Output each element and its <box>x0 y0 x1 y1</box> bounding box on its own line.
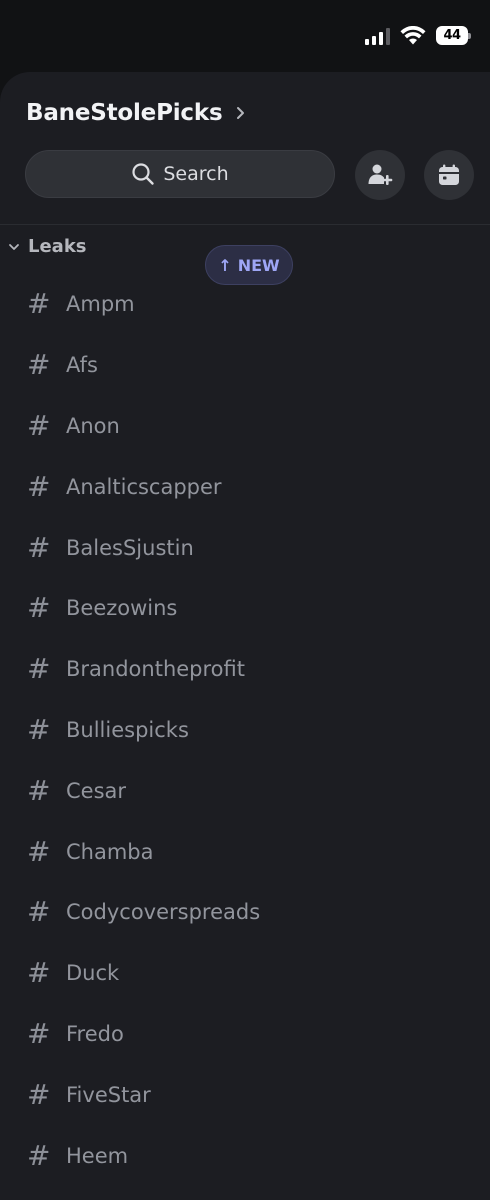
header-divider <box>0 224 490 225</box>
wifi-icon <box>400 26 426 45</box>
channel-item[interactable]: # Heem <box>0 1125 490 1186</box>
calendar-icon <box>439 164 459 185</box>
hashtag-icon: # <box>27 712 51 746</box>
hashtag-icon: # <box>27 773 51 807</box>
new-label: NEW <box>237 255 280 275</box>
channel-item[interactable]: # Fredo <box>0 1004 490 1065</box>
channel-name: FiveStar <box>66 1082 151 1107</box>
channel-item[interactable]: # Duck <box>0 943 490 1004</box>
channel-name: Analticscapper <box>66 474 222 499</box>
category-leaks[interactable]: Leaks <box>8 236 87 257</box>
channel-name: Chamba <box>66 839 154 864</box>
chevron-down-icon <box>9 243 19 250</box>
hashtag-icon: # <box>27 1077 51 1111</box>
channel-item[interactable]: # Brandontheprofit <box>0 639 490 700</box>
hashtag-icon: # <box>27 469 51 503</box>
hashtag-icon: # <box>27 348 51 382</box>
events-button[interactable] <box>424 150 474 200</box>
hashtag-icon: # <box>27 834 51 868</box>
hashtag-icon: # <box>27 287 51 321</box>
battery-level: 44 <box>443 28 461 43</box>
channel-name: Fredo <box>66 1021 124 1046</box>
channel-name: Ampm <box>66 292 135 317</box>
channel-item[interactable]: # Anon <box>0 396 490 457</box>
hashtag-icon: # <box>27 530 51 564</box>
channel-item[interactable]: # Analticscapper <box>0 456 490 517</box>
search-button[interactable]: Search <box>25 150 335 198</box>
hashtag-icon: # <box>27 895 51 929</box>
channel-name: Afs <box>66 353 98 378</box>
hashtag-icon: # <box>27 652 51 686</box>
hashtag-icon: # <box>27 956 51 990</box>
cellular-signal-icon <box>365 27 390 45</box>
channel-item[interactable]: # BalesSjustin <box>0 517 490 578</box>
channel-name: Beezowins <box>66 596 178 621</box>
channel-item[interactable]: # Chamba <box>0 821 490 882</box>
channel-name: Anon <box>66 413 120 438</box>
hashtag-icon: # <box>27 591 51 625</box>
channel-name: Duck <box>66 961 120 986</box>
search-label: Search <box>163 163 229 185</box>
channel-item[interactable]: # Bulliespicks <box>0 700 490 761</box>
channel-name: Codycoverspreads <box>66 900 261 925</box>
search-icon <box>132 163 155 185</box>
server-name: BaneStolePicks <box>26 100 223 126</box>
chevron-right-icon <box>237 107 245 119</box>
status-bar: 44 <box>0 0 490 72</box>
server-header[interactable]: BaneStolePicks <box>26 100 246 126</box>
channel-item[interactable]: # Codycoverspreads <box>0 882 490 943</box>
up-arrow-icon: ↑ <box>218 255 232 275</box>
channel-name: Brandontheprofit <box>66 657 245 682</box>
status-icons: 44 <box>365 26 471 45</box>
channel-name: Cesar <box>66 778 127 803</box>
channel-item[interactable]: # Beezowins <box>0 578 490 639</box>
hashtag-icon: # <box>27 408 51 442</box>
channel-name: Bulliespicks <box>66 717 189 742</box>
channel-panel: BaneStolePicks Search Leaks ↑ NEW # Ampm… <box>0 72 490 1200</box>
channel-name: Heem <box>66 1143 129 1168</box>
channel-name: BalesSjustin <box>66 535 194 560</box>
channel-item[interactable]: # FiveStar <box>0 1064 490 1125</box>
channel-list: # Ampm # Afs # Anon # Analticscapper # BalesS… <box>0 274 490 1186</box>
channel-item[interactable]: # Cesar <box>0 760 490 821</box>
hashtag-icon: # <box>27 1138 51 1172</box>
add-user-icon <box>368 164 393 185</box>
invite-members-button[interactable] <box>355 150 405 200</box>
battery-icon: 44 <box>436 26 471 45</box>
category-label: Leaks <box>28 236 87 257</box>
hashtag-icon: # <box>27 1016 51 1050</box>
channel-item[interactable]: # Afs <box>0 335 490 396</box>
channel-item[interactable]: # Ampm <box>0 274 490 335</box>
